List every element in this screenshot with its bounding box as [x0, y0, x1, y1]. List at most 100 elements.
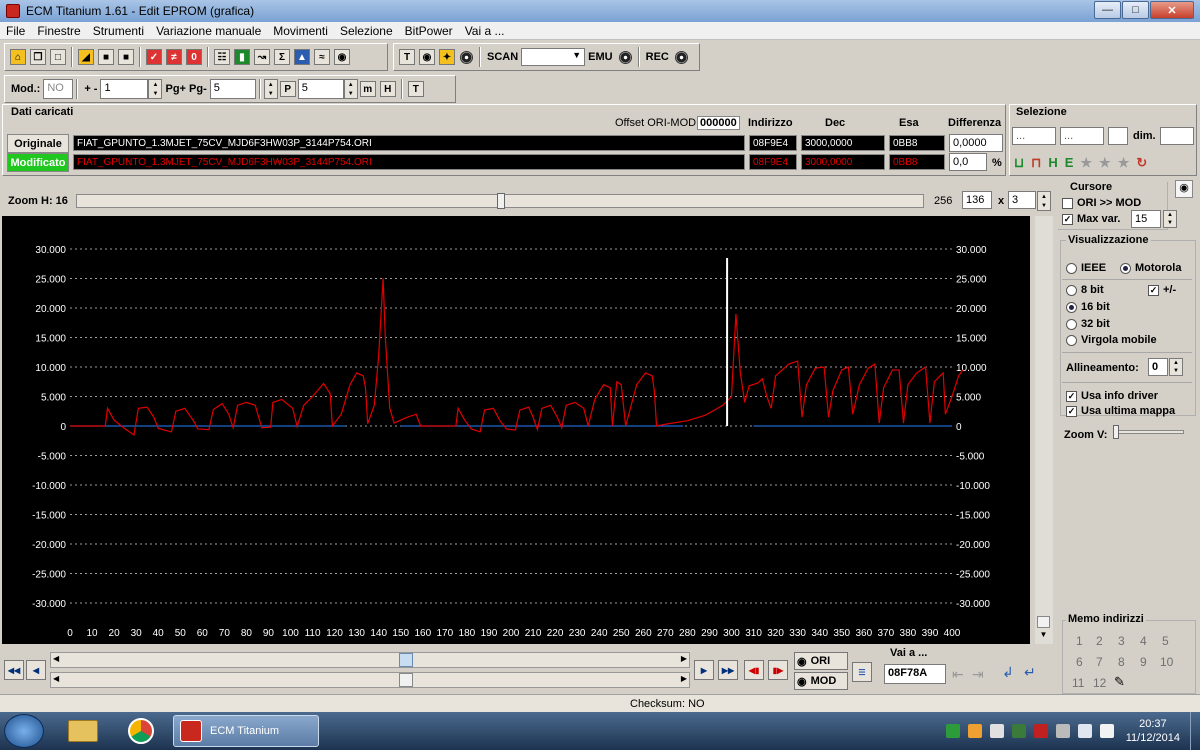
- virgola-radio[interactable]: [1066, 334, 1077, 346]
- clipboard-icon[interactable]: ☷: [214, 49, 230, 65]
- allineamento-field[interactable]: 0: [1148, 358, 1168, 376]
- device-icon[interactable]: [989, 724, 1004, 738]
- chart-edit-icon[interactable]: ↝: [254, 49, 270, 65]
- max-var-spinner[interactable]: ▲ ▼: [1163, 210, 1177, 228]
- home-icon[interactable]: ⌂: [10, 49, 26, 65]
- memo-7[interactable]: 7: [1096, 655, 1103, 669]
- motorola-radio[interactable]: [1120, 262, 1131, 274]
- vscroll-thumb[interactable]: [1037, 616, 1050, 628]
- p-field[interactable]: 5: [297, 79, 344, 99]
- memo-8[interactable]: 8: [1118, 655, 1125, 669]
- lock-icon[interactable]: ◉: [1175, 180, 1193, 198]
- chevron-right-icon[interactable]: ▶: [681, 654, 687, 663]
- signal-icon[interactable]: [1055, 724, 1070, 738]
- next-page-button[interactable]: ▶: [694, 660, 714, 680]
- memo-3[interactable]: 3: [1118, 634, 1125, 648]
- zoom-height-field[interactable]: 3: [1008, 191, 1036, 209]
- zoomv-slider[interactable]: [1113, 425, 1184, 439]
- menu-vai-a[interactable]: Vai a ...: [459, 24, 511, 38]
- memo-pin-icon[interactable]: ✎: [1114, 674, 1125, 690]
- ori-mod-option[interactable]: ORI >> MOD: [1062, 197, 1141, 209]
- select-h-icon[interactable]: H: [1048, 155, 1057, 171]
- refresh-icon[interactable]: ↻: [1136, 155, 1147, 171]
- memo-6[interactable]: 6: [1076, 655, 1083, 669]
- start-button[interactable]: [4, 714, 44, 748]
- memo-9[interactable]: 9: [1140, 655, 1147, 669]
- first-page-button[interactable]: ◀◀: [4, 660, 24, 680]
- zoom-width-field[interactable]: 136: [962, 191, 992, 209]
- usa-mappa-checkbox[interactable]: ✓: [1066, 405, 1077, 417]
- bluetooth-icon[interactable]: [1077, 724, 1092, 738]
- grid-t-icon[interactable]: T: [407, 81, 424, 97]
- show-desktop-button[interactable]: [1190, 712, 1200, 750]
- menu-variazione-manuale[interactable]: Variazione manuale: [150, 24, 267, 38]
- plusminus-spinner[interactable]: ▲ ▼: [148, 79, 163, 99]
- bit8-radio[interactable]: [1066, 284, 1077, 296]
- menu-finestre[interactable]: Finestre: [31, 24, 86, 38]
- menu-bitpower[interactable]: BitPower: [399, 24, 459, 38]
- emu-disk-icon[interactable]: [618, 50, 632, 64]
- goto-right-icon[interactable]: ⇥: [972, 666, 984, 683]
- modificato-button[interactable]: Modificato: [7, 153, 69, 172]
- prev-page-button[interactable]: ◀: [26, 660, 46, 680]
- scroll-thumb-top[interactable]: [399, 653, 413, 667]
- p-value-spinner[interactable]: ▲ ▼: [343, 79, 358, 99]
- color-icon[interactable]: ▲: [294, 49, 310, 65]
- bit32-option[interactable]: 32 bit: [1066, 318, 1110, 330]
- flag-icon[interactable]: [1099, 724, 1114, 738]
- chevron-left-icon[interactable]: ◀: [53, 674, 59, 683]
- disk-icon[interactable]: [460, 50, 473, 64]
- save-as-icon[interactable]: ■: [118, 49, 134, 65]
- menu-selezione[interactable]: Selezione: [334, 24, 399, 38]
- rec-disk-icon[interactable]: [674, 50, 688, 64]
- list-icon[interactable]: ☰: [852, 662, 872, 682]
- compare-icon[interactable]: ≠: [166, 49, 182, 65]
- bit16-option[interactable]: 16 bit: [1066, 301, 1110, 313]
- memo-5[interactable]: 5: [1162, 634, 1169, 648]
- ieee-radio[interactable]: [1066, 262, 1077, 274]
- binoculars-icon[interactable]: ◉: [334, 49, 350, 65]
- mark-left-icon[interactable]: ↲: [1002, 664, 1014, 681]
- plusminus-option[interactable]: ✓ +/-: [1148, 284, 1176, 296]
- map-graph[interactable]: 30.000 30.000 25.000 25.000 20.000 20.000 15.0…: [2, 216, 1030, 644]
- mark-right-icon[interactable]: ↵: [1024, 664, 1036, 681]
- text-icon[interactable]: T: [399, 49, 415, 65]
- max-var-checkbox[interactable]: ✓: [1062, 213, 1073, 225]
- zero-icon[interactable]: 0: [186, 49, 202, 65]
- select-bracket-icon[interactable]: ⊔: [1014, 155, 1024, 171]
- usa-mappa-option[interactable]: ✓ Usa ultima mappa: [1066, 405, 1175, 417]
- p-spinner[interactable]: ▲ ▼: [263, 79, 278, 99]
- menu-file[interactable]: File: [0, 24, 31, 38]
- virgola-option[interactable]: Virgola mobile: [1066, 334, 1157, 346]
- selection-extra-field[interactable]: [1108, 127, 1128, 145]
- graph-vertical-scrollbar[interactable]: ▼: [1035, 216, 1053, 644]
- mod-field[interactable]: NO: [43, 79, 74, 99]
- page-icon[interactable]: □: [50, 49, 66, 65]
- allineamento-spinner[interactable]: ▲ ▼: [1169, 358, 1183, 376]
- prev-diff-button[interactable]: ◀▮: [744, 660, 764, 680]
- volume-muted-icon[interactable]: [1033, 724, 1048, 738]
- max-var-field[interactable]: 15: [1131, 210, 1161, 228]
- bit32-radio[interactable]: [1066, 318, 1077, 330]
- originale-button[interactable]: Originale: [7, 134, 69, 153]
- scroll-thumb-bottom[interactable]: [399, 673, 413, 687]
- graph-icon[interactable]: ≈: [314, 49, 330, 65]
- chevron-left-icon[interactable]: ◀: [53, 654, 59, 663]
- usa-info-option[interactable]: ✓ Usa info driver: [1066, 390, 1158, 402]
- plusminus-checkbox[interactable]: ✓: [1148, 284, 1159, 296]
- save-icon[interactable]: ■: [98, 49, 114, 65]
- select-e-icon[interactable]: E: [1065, 155, 1074, 171]
- network-sync-icon[interactable]: [945, 724, 960, 738]
- zoom-h-thumb[interactable]: [497, 193, 505, 209]
- memo-4[interactable]: 4: [1140, 634, 1147, 648]
- clock[interactable]: 20:37 11/12/2014: [1126, 717, 1180, 745]
- security-icon[interactable]: [1011, 724, 1026, 738]
- address-scrollbar-bottom[interactable]: ◀ ▶: [50, 672, 690, 688]
- memo-2[interactable]: 2: [1096, 634, 1103, 648]
- ieee-option[interactable]: IEEE: [1066, 262, 1106, 274]
- motorola-option[interactable]: Motorola: [1120, 262, 1181, 274]
- goto-left-icon[interactable]: ⇤: [952, 666, 964, 683]
- max-var-option[interactable]: ✓ Max var.: [1062, 213, 1120, 225]
- selection-start-field[interactable]: ...: [1012, 127, 1056, 145]
- mod-goto-button[interactable]: ◉ MOD: [794, 672, 848, 690]
